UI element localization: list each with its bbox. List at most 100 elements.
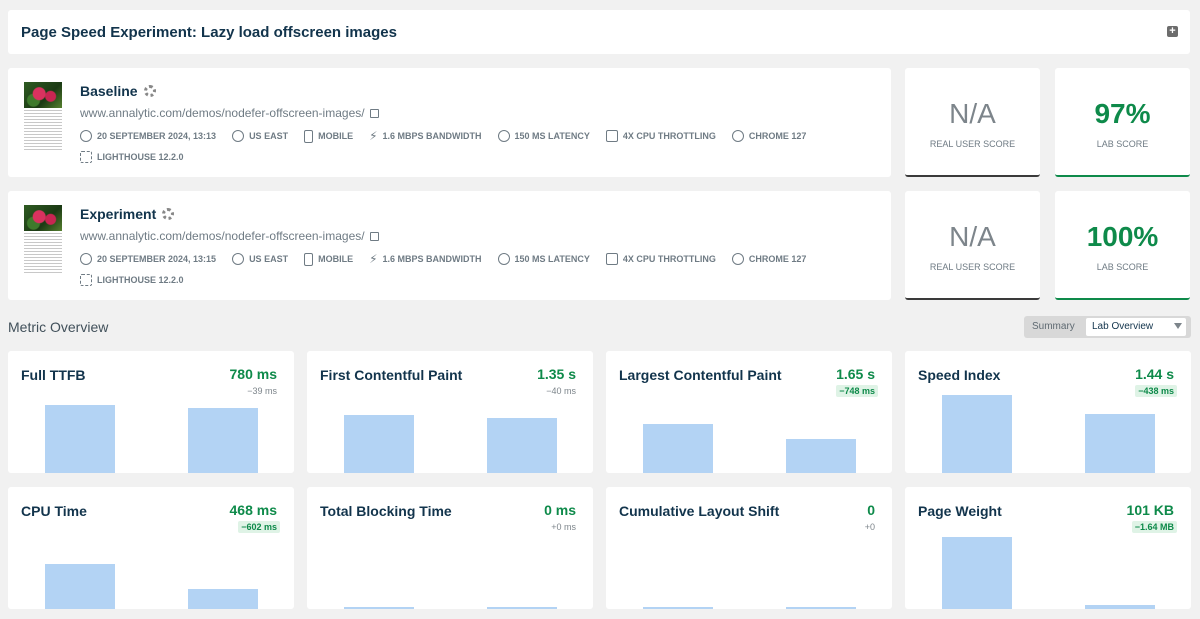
bandwidth-icon: ⚡ xyxy=(369,252,378,266)
metric-card[interactable]: Page Weight 101 KB −1.64 MB xyxy=(905,487,1191,609)
baseline-bar xyxy=(942,395,1012,473)
real-user-score-label: REAL USER SCORE xyxy=(929,139,1016,149)
gear-icon[interactable] xyxy=(143,85,156,97)
test-device: MOBILE xyxy=(318,131,354,141)
test-bandwidth: 1.6 MBPS BANDWIDTH xyxy=(382,254,482,264)
metric-delta: −748 ms xyxy=(836,385,878,397)
metric-delta: +0 ms xyxy=(551,522,576,532)
real-user-score-card[interactable]: N/A REAL USER SCORE xyxy=(905,68,1040,177)
test-latency: 150 MS LATENCY xyxy=(514,131,590,141)
summary-tab[interactable]: Summary xyxy=(1032,321,1075,332)
metric-value: 0 xyxy=(867,502,875,518)
test-latency: 150 MS LATENCY xyxy=(514,254,590,264)
test-settings: 20 SEPTEMBER 2024, 13:15 US EAST MOBILE … xyxy=(80,252,806,266)
view-toggle[interactable]: Summary Lab Overview xyxy=(1024,316,1191,338)
metric-card[interactable]: Full TTFB 780 ms −39 ms xyxy=(8,351,294,473)
gauge-icon xyxy=(497,130,510,142)
experiment-bar xyxy=(786,439,856,473)
experiment-bar xyxy=(1085,605,1155,609)
metric-card[interactable]: Total Blocking Time 0 ms +0 ms xyxy=(307,487,593,609)
chevron-down-icon[interactable] xyxy=(1174,323,1182,329)
metric-delta: −39 ms xyxy=(247,386,277,396)
lab-score-card[interactable]: 100% LAB SCORE xyxy=(1055,191,1190,300)
baseline-bar xyxy=(344,415,414,473)
metric-name: CPU Time xyxy=(21,503,87,519)
clock-icon xyxy=(80,253,92,265)
clock-icon xyxy=(80,130,92,142)
cpu-icon xyxy=(605,253,618,265)
metric-card[interactable]: Speed Index 1.44 s −438 ms xyxy=(905,351,1191,473)
test-cpu: 4X CPU THROTTLING xyxy=(622,254,716,264)
test-url[interactable]: www.annalytic.com/demos/nodefer-offscree… xyxy=(80,229,379,243)
real-user-score: N/A xyxy=(949,98,996,129)
baseline-bar xyxy=(344,607,414,609)
test-browser: CHROME 127 xyxy=(748,131,807,141)
test-card-experiment: Experiment www.annalytic.com/demos/nodef… xyxy=(8,191,891,300)
test-url-label[interactable]: www.annalytic.com/demos/nodefer-offscree… xyxy=(80,229,365,243)
metric-delta: −1.64 MB xyxy=(1131,521,1177,533)
lighthouse-icon xyxy=(80,151,92,163)
test-name-label[interactable]: Experiment xyxy=(80,206,156,222)
metric-value: 1.35 s xyxy=(537,366,576,382)
test-name[interactable]: Baseline xyxy=(80,83,156,99)
test-lighthouse-version: LIGHTHOUSE 12.2.0 xyxy=(97,275,184,285)
real-user-score-card[interactable]: N/A REAL USER SCORE xyxy=(905,191,1040,300)
test-url-label[interactable]: www.annalytic.com/demos/nodefer-offscree… xyxy=(80,106,365,120)
gauge-icon xyxy=(497,253,510,265)
experiment-bar xyxy=(188,408,258,473)
metric-value: 468 ms xyxy=(229,502,277,518)
metric-card[interactable]: CPU Time 468 ms −602 ms xyxy=(8,487,294,609)
metric-name: Full TTFB xyxy=(21,367,86,383)
lab-score: 100% xyxy=(1086,221,1159,252)
test-date: 20 SEPTEMBER 2024, 13:13 xyxy=(97,131,217,141)
lab-overview-tab[interactable]: Lab Overview xyxy=(1086,318,1186,336)
test-url[interactable]: www.annalytic.com/demos/nodefer-offscree… xyxy=(80,106,379,120)
globe-icon xyxy=(232,253,245,265)
test-bandwidth: 1.6 MBPS BANDWIDTH xyxy=(382,131,482,141)
metric-value: 0 ms xyxy=(544,502,576,518)
metric-name: First Contentful Paint xyxy=(320,367,463,383)
real-user-score: N/A xyxy=(949,221,996,252)
metric-card[interactable]: First Contentful Paint 1.35 s −40 ms xyxy=(307,351,593,473)
metric-value: 101 KB xyxy=(1126,502,1174,518)
globe-icon xyxy=(232,130,245,142)
page-title: Page Speed Experiment: Lazy load offscre… xyxy=(21,24,397,41)
lab-score-label: LAB SCORE xyxy=(1096,262,1149,272)
metric-value: 1.65 s xyxy=(836,366,875,382)
test-name[interactable]: Experiment xyxy=(80,206,175,222)
page-thumbnail[interactable] xyxy=(22,205,64,277)
external-link-icon[interactable] xyxy=(369,108,379,118)
lab-score-card[interactable]: 97% LAB SCORE xyxy=(1055,68,1190,177)
metric-overview-title: Metric Overview xyxy=(8,319,109,335)
external-link-icon[interactable] xyxy=(369,231,379,241)
metric-card[interactable]: Cumulative Layout Shift 0 +0 xyxy=(606,487,892,609)
mobile-icon xyxy=(304,129,314,143)
real-user-score-label: REAL USER SCORE xyxy=(929,262,1016,272)
test-browser: CHROME 127 xyxy=(748,254,807,264)
test-name-label[interactable]: Baseline xyxy=(80,83,138,99)
test-lighthouse: LIGHTHOUSE 12.2.0 xyxy=(80,151,184,163)
page-thumbnail[interactable] xyxy=(22,82,64,154)
gear-icon[interactable] xyxy=(162,208,175,220)
metric-card[interactable]: Largest Contentful Paint 1.65 s −748 ms xyxy=(606,351,892,473)
test-lighthouse: LIGHTHOUSE 12.2.0 xyxy=(80,274,184,286)
expand-icon[interactable]: + xyxy=(1167,26,1178,37)
metric-delta: −602 ms xyxy=(238,521,280,533)
test-settings: 20 SEPTEMBER 2024, 13:13 US EAST MOBILE … xyxy=(80,129,806,143)
cpu-icon xyxy=(605,130,618,142)
baseline-bar xyxy=(942,537,1012,609)
mobile-icon xyxy=(304,252,314,266)
test-card-baseline: Baseline www.annalytic.com/demos/nodefer… xyxy=(8,68,891,177)
metric-delta: +0 xyxy=(864,522,875,532)
test-device: MOBILE xyxy=(318,254,354,264)
bandwidth-icon: ⚡ xyxy=(369,129,378,143)
experiment-bar xyxy=(786,607,856,609)
chrome-icon xyxy=(731,253,744,265)
baseline-bar xyxy=(45,564,115,609)
experiment-header: Page Speed Experiment: Lazy load offscre… xyxy=(8,10,1190,54)
test-cpu: 4X CPU THROTTLING xyxy=(622,131,716,141)
lab-score-label: LAB SCORE xyxy=(1096,139,1149,149)
metric-name: Cumulative Layout Shift xyxy=(619,503,780,519)
metric-delta: −40 ms xyxy=(546,386,576,396)
experiment-bar xyxy=(188,589,258,609)
